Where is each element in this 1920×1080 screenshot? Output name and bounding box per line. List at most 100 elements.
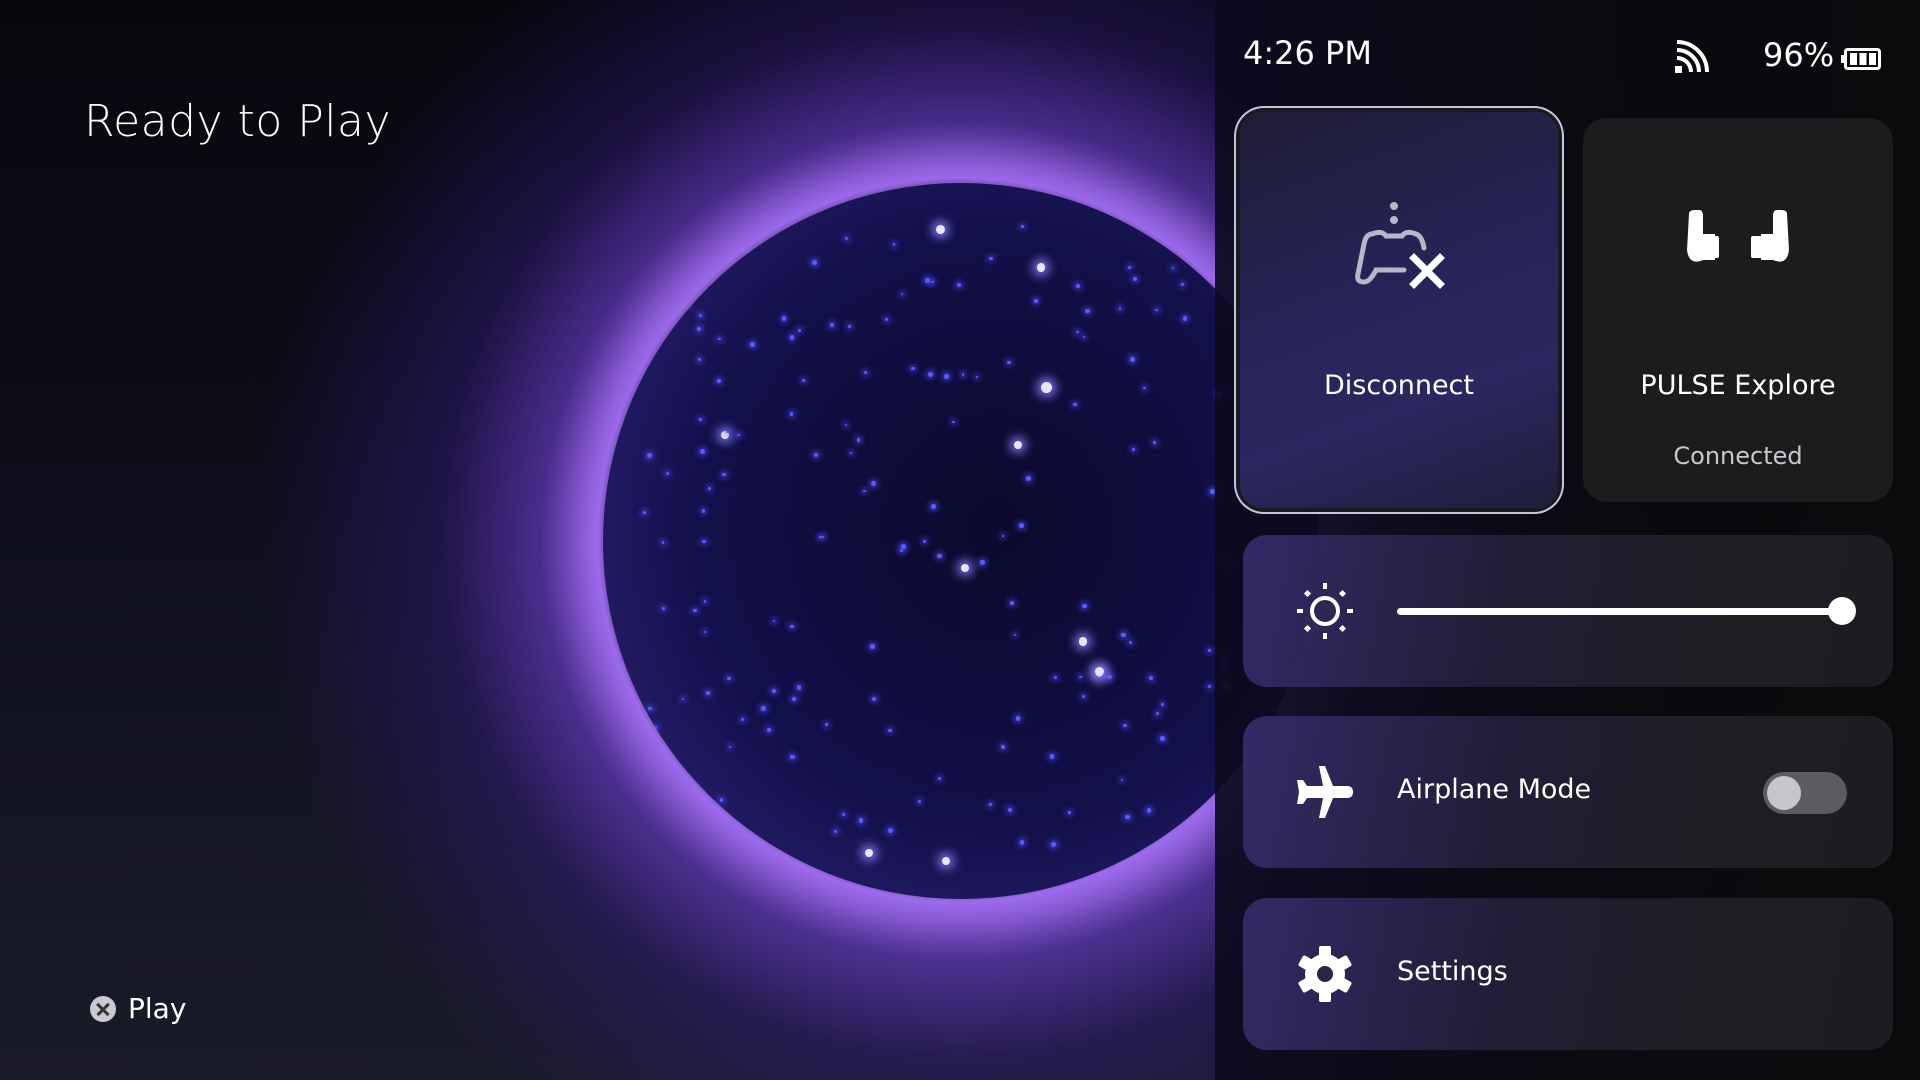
planet-star xyxy=(643,511,646,515)
planet-star xyxy=(661,607,665,611)
planet-star xyxy=(698,313,702,317)
planet-star xyxy=(1009,600,1015,606)
play-hint[interactable]: Play xyxy=(90,992,186,1025)
planet-star xyxy=(1127,265,1131,270)
planet-star xyxy=(1192,842,1197,848)
brightness-slider[interactable] xyxy=(1397,597,1856,625)
planet-star xyxy=(937,777,941,781)
planet-star xyxy=(901,292,904,296)
status-bar: 4:26 PM 96% xyxy=(1243,34,1893,82)
planet-star xyxy=(829,322,834,327)
planet-star xyxy=(1161,703,1165,706)
planet-star xyxy=(1053,676,1057,680)
airplane-mode-toggle[interactable] xyxy=(1763,772,1847,814)
planet-star xyxy=(863,489,866,493)
planet-star xyxy=(750,342,756,347)
battery-icon xyxy=(1841,48,1881,70)
planet-star xyxy=(1123,723,1127,727)
planet-star xyxy=(761,705,766,711)
planet-star xyxy=(1153,441,1156,445)
planet-star xyxy=(944,374,949,379)
cross-button-icon xyxy=(90,995,116,1022)
planet-star xyxy=(887,828,893,834)
planet-star xyxy=(1085,308,1090,313)
planet-star xyxy=(1128,640,1132,644)
airplane-mode-toggle-knob xyxy=(1767,776,1801,810)
planet-star xyxy=(1120,779,1123,782)
brightness-row xyxy=(1243,535,1893,687)
brightness-slider-handle[interactable] xyxy=(1828,597,1856,625)
planet-star xyxy=(693,785,697,789)
planet-star xyxy=(801,378,805,382)
planet-star xyxy=(844,236,849,241)
planet-star xyxy=(1181,859,1184,862)
settings-row[interactable]: Settings xyxy=(1243,898,1893,1050)
planet-star xyxy=(975,375,978,378)
planet-star xyxy=(1015,716,1021,721)
airplane-mode-row[interactable]: Airplane Mode xyxy=(1243,716,1893,868)
planet-star xyxy=(848,324,852,328)
planet-star xyxy=(988,256,993,261)
planet-star xyxy=(931,280,934,284)
planet-star xyxy=(834,830,838,834)
wallpaper-planet xyxy=(603,183,1319,899)
planet-star xyxy=(699,418,702,421)
planet-star xyxy=(705,691,710,696)
planet-star xyxy=(1082,336,1086,339)
planet-star xyxy=(941,856,951,866)
planet-star xyxy=(716,379,721,383)
planet-star xyxy=(1034,299,1038,303)
controller-disconnect-icon xyxy=(1355,202,1445,289)
planet-star xyxy=(888,729,892,733)
planet-star xyxy=(741,717,745,721)
planet-star xyxy=(1082,603,1087,609)
battery-percent: 96% xyxy=(1763,36,1835,74)
planet-star xyxy=(704,630,707,633)
planet-star xyxy=(648,707,652,711)
planet-star xyxy=(693,608,697,613)
planet-star xyxy=(789,335,795,340)
planet-star xyxy=(960,563,969,572)
planet-star xyxy=(1131,447,1136,452)
planet-star xyxy=(693,815,697,819)
planet-star xyxy=(1146,808,1151,813)
planet-star xyxy=(1007,807,1013,812)
disconnect-tile[interactable]: Disconnect xyxy=(1240,112,1558,508)
planet-star xyxy=(790,754,795,760)
planet-star xyxy=(1067,811,1071,814)
pulse-explore-tile[interactable]: PULSE Explore Connected xyxy=(1583,118,1893,502)
planet-star xyxy=(1148,675,1153,680)
planet-star xyxy=(1181,283,1185,287)
planet-star xyxy=(1081,694,1086,698)
planet-star xyxy=(652,237,658,243)
planet-star xyxy=(796,685,802,691)
planet-star xyxy=(1014,440,1023,449)
planet-star xyxy=(718,337,721,341)
planet-star xyxy=(871,481,876,487)
planet-star xyxy=(696,266,701,272)
planet-star xyxy=(1076,284,1080,288)
planet-star xyxy=(721,431,730,440)
planet-star xyxy=(952,420,955,424)
planet-star xyxy=(812,259,818,265)
planet-star xyxy=(1187,241,1192,246)
planet-star xyxy=(719,798,724,802)
planet-star xyxy=(703,600,707,603)
planet-star xyxy=(1000,744,1005,749)
planet-star xyxy=(864,848,874,857)
planet-star xyxy=(850,451,853,454)
planet-star xyxy=(1171,266,1174,270)
planet-star xyxy=(1041,381,1053,393)
planet-star xyxy=(1107,674,1112,680)
pulse-explore-status: Connected xyxy=(1673,442,1803,470)
planet-star xyxy=(654,339,657,342)
planet-star xyxy=(900,549,904,553)
planet-star xyxy=(728,745,731,749)
planet-star xyxy=(702,539,706,544)
planet-star xyxy=(1182,316,1188,321)
planet-star xyxy=(1076,330,1079,334)
planet-star xyxy=(928,371,934,377)
planet-star xyxy=(647,453,653,459)
planet-star xyxy=(661,541,665,544)
planet-star xyxy=(748,223,751,226)
